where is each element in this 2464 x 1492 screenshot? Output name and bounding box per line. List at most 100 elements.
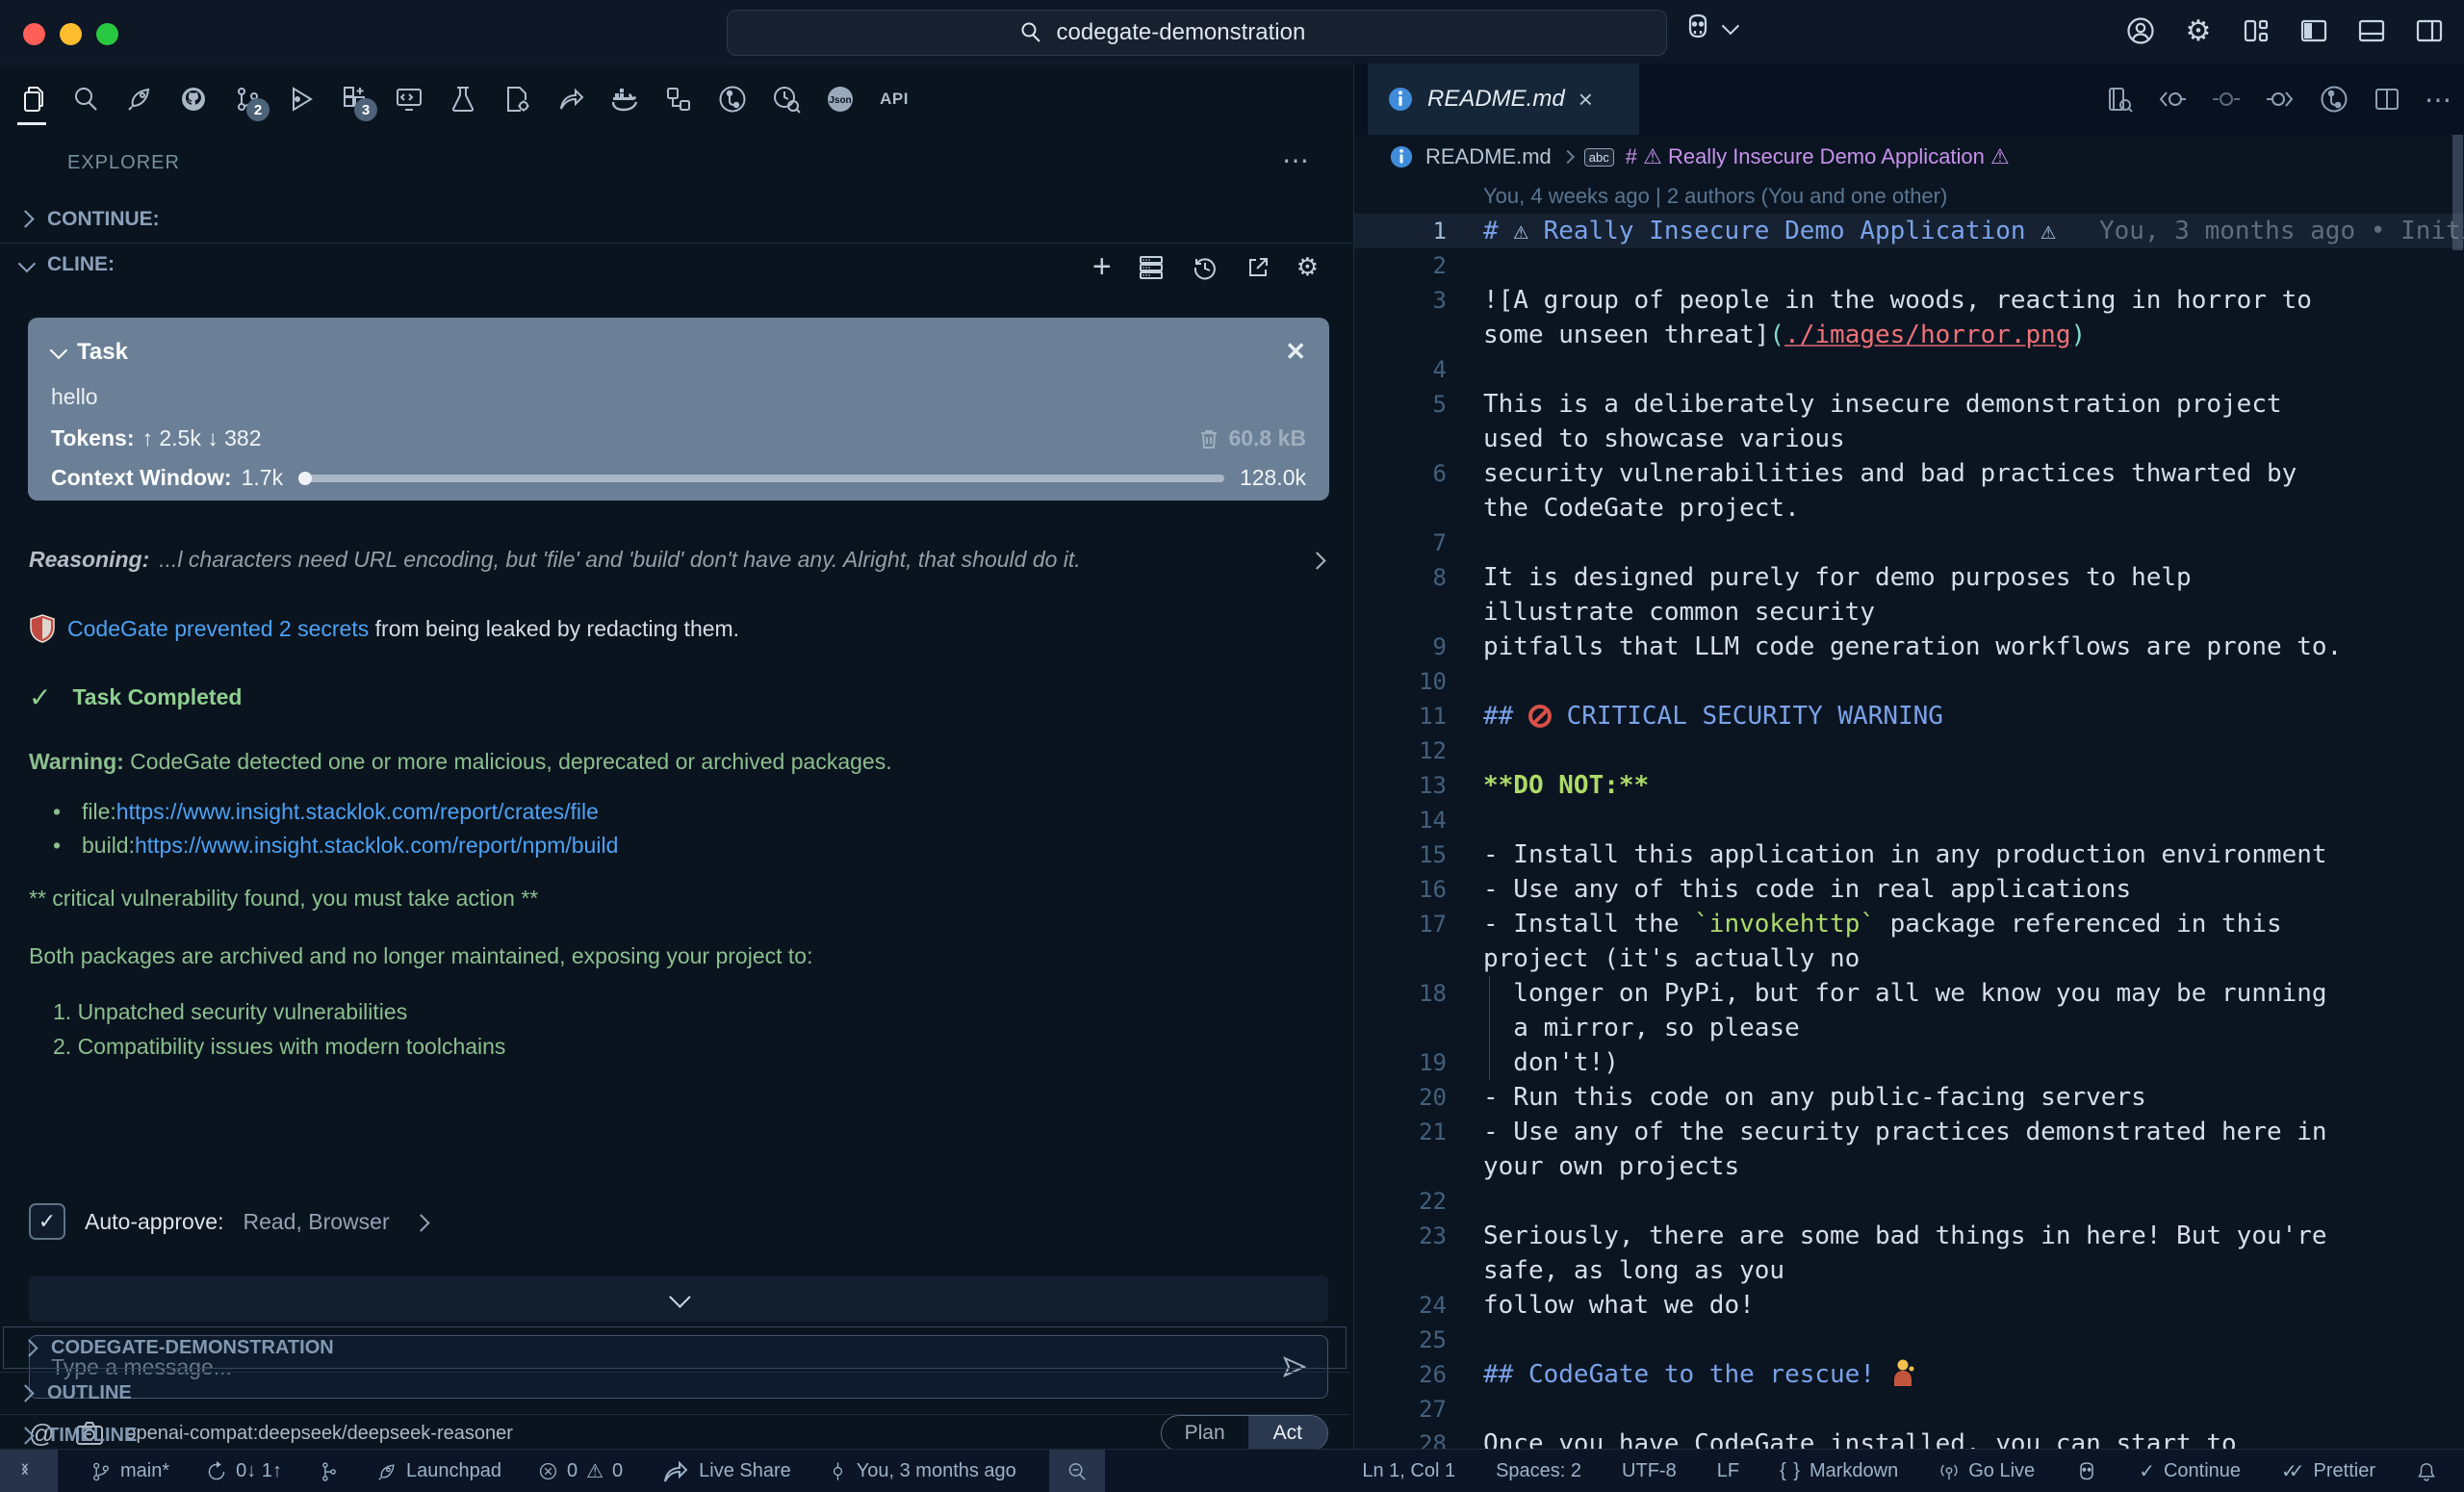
pipeline-icon [319, 1461, 340, 1482]
toggle-primary-sidebar-icon[interactable] [2297, 13, 2331, 48]
chevron-down-icon[interactable] [50, 342, 67, 359]
status-indentation[interactable]: Spaces: 2 [1492, 1450, 1585, 1492]
delete-task-icon[interactable] [1197, 427, 1220, 450]
section-continue[interactable]: CONTINUE: [0, 197, 1353, 241]
gitlens-graph-icon[interactable] [2319, 84, 2349, 115]
github-icon[interactable] [175, 73, 212, 125]
section-outline[interactable]: OUTLINE [0, 1372, 1349, 1414]
cline-settings-gear-icon[interactable]: ⚙ [1296, 252, 1319, 282]
cline-chat-area[interactable]: Task ✕ hello Tokens: ↑ 2.5k ↓ 382 60.8 k… [0, 289, 1353, 1194]
compare-change-icon[interactable] [2211, 85, 2242, 114]
task-card[interactable]: Task ✕ hello Tokens: ↑ 2.5k ↓ 382 60.8 k… [28, 318, 1329, 501]
code-line: 9pitfalls that LLM code generation workf… [1354, 630, 2464, 664]
task-close-icon[interactable]: ✕ [1285, 337, 1306, 367]
run-debug-icon[interactable] [283, 73, 320, 125]
previous-change-icon[interactable] [2157, 85, 2188, 114]
new-task-icon[interactable]: + [1092, 248, 1112, 286]
scroll-to-bottom-button[interactable] [29, 1275, 1328, 1322]
breadcrumb[interactable]: README.md abc # ⚠ Really Insecure Demo A… [1354, 135, 2464, 179]
code-line: project (it's actually no [1354, 941, 2464, 976]
toggle-panel-icon[interactable] [2354, 13, 2389, 48]
copilot-menu[interactable] [1682, 12, 1735, 42]
command-center-search[interactable] [727, 10, 1667, 56]
code-line: 19 don't!) [1354, 1045, 2464, 1080]
source-control-icon[interactable]: 2 [229, 73, 266, 125]
explorer-more-icon[interactable]: ⋯ [1282, 144, 1309, 176]
status-live-share[interactable]: Live Share [655, 1450, 795, 1492]
explorer-icon[interactable] [13, 73, 50, 125]
secrets-link[interactable]: CodeGate prevented 2 secrets [67, 616, 369, 641]
reasoning-row[interactable]: Reasoning: ...l characters need URL enco… [29, 547, 1323, 573]
code-line: 22 [1354, 1184, 2464, 1219]
chevron-right-icon[interactable] [1308, 552, 1325, 569]
continue-icon[interactable] [121, 73, 158, 125]
search-icon[interactable] [67, 73, 104, 125]
status-gitlens-commits[interactable] [315, 1450, 344, 1492]
editor-group[interactable]: README.md abc # ⚠ Really Insecure Demo A… [1353, 135, 2464, 1449]
blame-annotation: You, 4 weeks ago | 2 authors (You and on… [1483, 179, 2464, 214]
code-line: 15- Install this application in any prod… [1354, 837, 2464, 872]
kubernetes-icon[interactable] [660, 73, 697, 125]
status-eol[interactable]: LF [1713, 1450, 1743, 1492]
line-number: 6 [1354, 456, 1447, 491]
reasoning-label: Reasoning: [29, 547, 149, 573]
status-cursor-position[interactable]: Ln 1, Col 1 [1358, 1450, 1459, 1492]
tab-close-icon[interactable]: × [1578, 87, 1593, 112]
search-input[interactable] [1055, 18, 1376, 47]
more-actions-icon[interactable]: ⋯ [2425, 84, 2451, 116]
status-zoom-out[interactable] [1049, 1450, 1105, 1492]
gitlens-icon[interactable] [714, 73, 751, 125]
search-icon [1018, 20, 1043, 45]
remote-explorer-icon[interactable] [391, 73, 427, 125]
auto-approve-row[interactable]: ✓ Auto-approve: Read, Browser [29, 1203, 427, 1240]
status-go-live[interactable]: Go Live [1935, 1450, 2039, 1492]
status-notifications[interactable] [2412, 1450, 2441, 1492]
docker-icon[interactable] [606, 73, 643, 125]
status-remote-indicator[interactable] [0, 1450, 58, 1492]
history-icon[interactable] [1191, 253, 1219, 282]
status-git-sync[interactable]: 0↓ 1↑ [202, 1450, 286, 1492]
open-preview-icon[interactable] [2105, 85, 2134, 114]
breadcrumb-heading[interactable]: # ⚠ Really Insecure Demo Application ⚠ [1626, 144, 2010, 169]
code-area[interactable]: You, 4 weeks ago | 2 authors (You and on… [1354, 179, 2464, 1449]
json-icon[interactable]: Json [822, 73, 859, 125]
status-prettier-status[interactable]: ✓✓Prettier [2277, 1450, 2379, 1492]
status-copilot-status[interactable] [2071, 1450, 2102, 1492]
testing-icon[interactable] [445, 73, 481, 125]
auto-approve-checkbox[interactable]: ✓ [29, 1203, 65, 1240]
minimize-traffic-light[interactable] [60, 23, 82, 45]
close-traffic-light[interactable] [23, 23, 45, 45]
accounts-icon[interactable] [2123, 13, 2158, 48]
api-icon[interactable]: API [876, 73, 912, 125]
package-report-link[interactable]: https://www.insight.stacklok.com/report/… [116, 799, 599, 825]
section-codegate-demonstration[interactable]: CODEGATE-DEMONSTRATION [3, 1326, 1347, 1369]
file-settings-icon[interactable] [499, 73, 535, 125]
code-line: your own projects [1354, 1149, 2464, 1184]
status-git-branch[interactable]: main* [87, 1450, 173, 1492]
status-problems[interactable]: 0⚠0 [534, 1450, 627, 1492]
toggle-secondary-sidebar-icon[interactable] [2412, 13, 2447, 48]
breadcrumb-file[interactable]: README.md [1425, 144, 1552, 169]
tab-readme[interactable]: README.md × [1368, 64, 1639, 135]
next-change-icon[interactable] [2265, 85, 2296, 114]
editor-scrollbar[interactable] [2452, 135, 2463, 250]
status-commit-blame[interactable]: You, 3 months ago [824, 1450, 1020, 1492]
mcp-servers-icon[interactable] [1137, 253, 1166, 282]
line-number: 13 [1354, 768, 1447, 803]
live-share-icon[interactable] [552, 73, 589, 125]
status-continue-status[interactable]: ✓Continue [2135, 1450, 2245, 1492]
code-line: the CodeGate project. [1354, 491, 2464, 526]
open-in-editor-icon[interactable] [1245, 254, 1271, 281]
split-editor-icon[interactable] [2373, 85, 2401, 114]
status-language-mode[interactable]: { }Markdown [1776, 1450, 1902, 1492]
commit-search-icon[interactable] [768, 73, 805, 125]
status-launchpad[interactable]: Launchpad [372, 1450, 505, 1492]
code-line: some unseen threat](./images/horror.png) [1354, 318, 2464, 352]
package-report-link[interactable]: https://www.insight.stacklok.com/report/… [135, 833, 618, 859]
package-link-row: •file: https://www.insight.stacklok.com/… [53, 799, 618, 825]
maximize-traffic-light[interactable] [96, 23, 118, 45]
customize-layout-icon[interactable] [2239, 13, 2273, 48]
extensions-icon[interactable]: 3 [337, 73, 373, 125]
status-encoding[interactable]: UTF-8 [1618, 1450, 1681, 1492]
settings-gear-icon[interactable]: ⚙ [2181, 13, 2216, 48]
